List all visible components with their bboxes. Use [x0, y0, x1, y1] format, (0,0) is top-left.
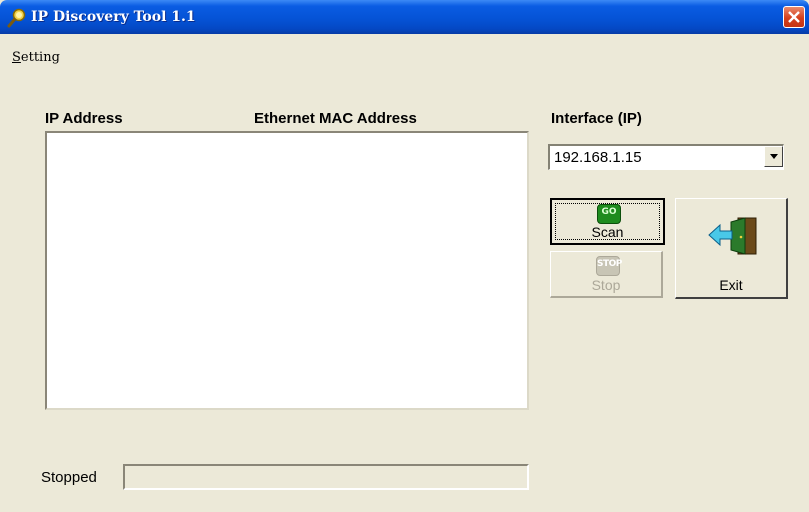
interface-select[interactable]: 192.168.1.15	[548, 144, 784, 170]
interface-label: Interface (IP)	[551, 110, 642, 127]
close-icon	[788, 11, 800, 23]
device-list[interactable]	[45, 131, 529, 410]
status-text: Stopped	[41, 469, 97, 486]
scan-button[interactable]: GO Scan	[550, 198, 665, 245]
stop-button[interactable]: STOP Stop	[550, 251, 663, 298]
interface-selected-value: 192.168.1.15	[554, 149, 642, 166]
stop-icon: STOP	[596, 256, 622, 276]
title-bar[interactable]: IP Discovery Tool 1.1	[0, 0, 809, 34]
exit-button[interactable]: Exit	[675, 198, 788, 299]
menu-setting[interactable]: Setting	[12, 50, 60, 65]
go-icon: GO	[597, 204, 621, 224]
window-title: IP Discovery Tool 1.1	[31, 9, 196, 25]
menu-bar: Setting	[0, 44, 809, 68]
stop-button-label: Stop	[591, 277, 621, 293]
column-header-mac-address: Ethernet MAC Address	[254, 110, 417, 127]
close-button[interactable]	[783, 6, 805, 28]
scan-button-label: Scan	[591, 224, 624, 240]
dropdown-button[interactable]	[764, 146, 783, 167]
exit-door-icon	[708, 217, 757, 255]
magnifier-icon	[7, 8, 26, 28]
progress-bar	[123, 464, 529, 490]
chevron-down-icon	[770, 154, 778, 159]
column-header-ip-address: IP Address	[45, 110, 123, 127]
exit-button-label: Exit	[719, 277, 743, 293]
